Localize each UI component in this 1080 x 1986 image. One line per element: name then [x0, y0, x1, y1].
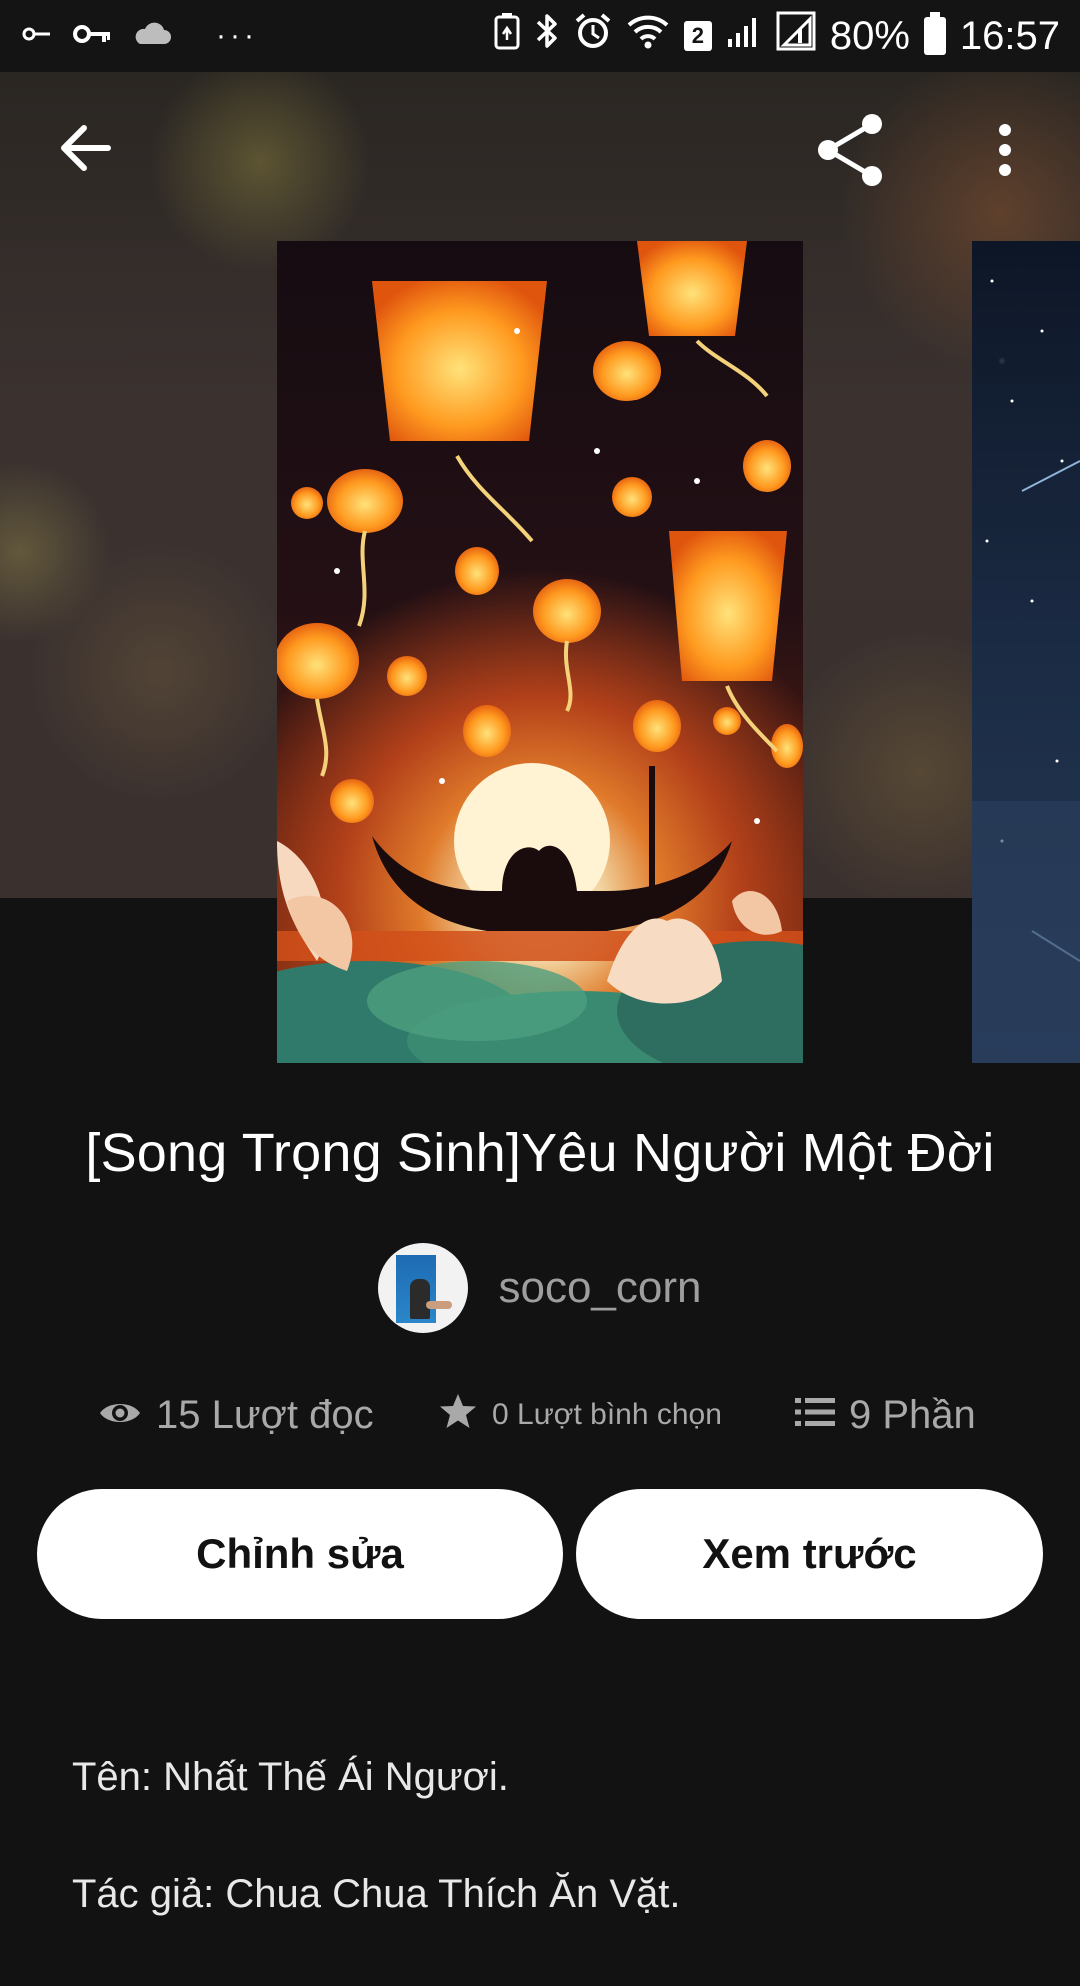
- status-bar: ··· 2 80% 16:57: [0, 0, 1080, 72]
- votes-stat: 0 Lượt bình chọn: [438, 1385, 722, 1445]
- story-title: [Song Trọng Sinh]Yêu Người Một Đời: [85, 1123, 995, 1183]
- description-line: Tác giả: Chua Chua Thích Ăn Vặt.: [72, 1872, 681, 1916]
- arrow-left-icon: [58, 123, 112, 178]
- eye-icon: [98, 1393, 142, 1438]
- author-row[interactable]: soco_corn: [0, 1242, 1080, 1334]
- wifi-icon: [626, 13, 670, 59]
- parts-stat: 9 Phần: [795, 1385, 976, 1445]
- bluetooth-icon: [534, 11, 560, 61]
- app-bar: [0, 72, 1080, 242]
- signal-icon: [726, 13, 762, 59]
- author-name[interactable]: soco_corn: [498, 1263, 701, 1313]
- cloud-icon: [132, 22, 172, 51]
- back-button[interactable]: [40, 112, 130, 188]
- list-icon: [795, 1393, 835, 1438]
- more-vertical-icon: [997, 122, 1013, 183]
- signal-2-icon: [776, 11, 816, 61]
- lantern-illustration: [277, 241, 803, 1063]
- alarm-icon: [574, 12, 612, 60]
- more-dots-icon: ···: [216, 19, 258, 52]
- battery-saver-icon: [494, 12, 520, 60]
- story-description: Tên: Nhất Thế Ái Ngươi. Tác giả: Chua Ch…: [72, 1752, 1032, 1986]
- edit-button[interactable]: Chỉnh sửa: [37, 1489, 563, 1619]
- share-icon: [812, 112, 888, 193]
- battery-percent: 80%: [829, 13, 910, 58]
- story-cover-image[interactable]: [277, 241, 803, 1063]
- reads-stat: 15 Lượt đọc: [98, 1385, 374, 1445]
- vpn-key-icon: [72, 23, 112, 50]
- story-stats: 15 Lượt đọc 0 Lượt bình chọn 9 Phần: [0, 1385, 1080, 1445]
- reads-count: 15 Lượt đọc: [156, 1392, 374, 1437]
- key-icon: [22, 26, 52, 47]
- next-cover-image[interactable]: [972, 241, 1080, 1063]
- sim-2-icon: 2: [683, 21, 712, 51]
- battery-icon: [923, 12, 946, 55]
- avatar[interactable]: [378, 1243, 469, 1333]
- more-options-button[interactable]: [975, 112, 1035, 192]
- starry-sky-illustration: [972, 279, 1080, 1063]
- star-icon: [438, 1391, 478, 1439]
- parts-count: 9 Phần: [849, 1392, 976, 1437]
- clock: 16:57: [959, 13, 1060, 58]
- description-line: Tên: Nhất Thế Ái Ngươi.: [72, 1755, 509, 1799]
- preview-button[interactable]: Xem trước: [576, 1489, 1043, 1619]
- votes-count: 0 Lượt bình chọn: [492, 1398, 722, 1431]
- share-button[interactable]: [805, 112, 895, 192]
